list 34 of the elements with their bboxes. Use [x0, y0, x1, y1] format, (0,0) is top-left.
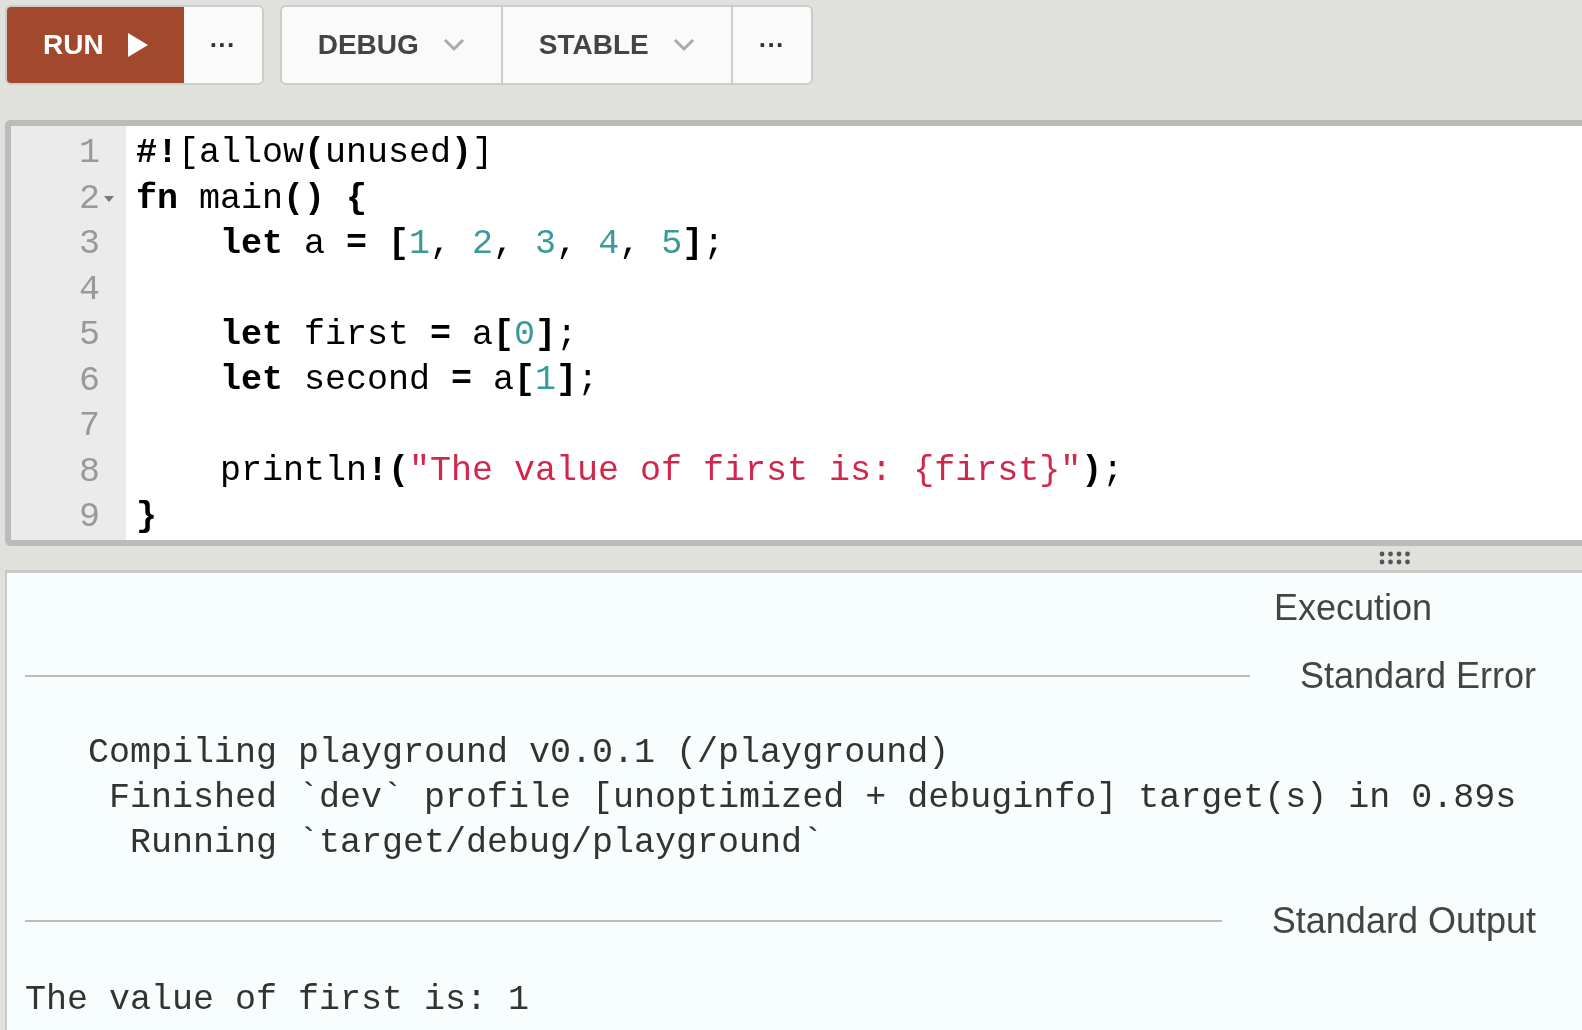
code-line: println!("The value of first is: {first}");: [219, 451, 1124, 491]
fold-arrow-icon[interactable]: [104, 196, 114, 203]
output-heading[interactable]: Execution: [1273, 581, 1432, 635]
output-line: The value of first is: 1: [25, 979, 530, 1022]
chevron-down-icon: [672, 38, 695, 52]
line-number: 8: [79, 450, 100, 494]
line-number: 3: [79, 223, 100, 266]
line-number: 6: [79, 359, 100, 403]
line-number: 9: [79, 496, 100, 539]
code-editor[interactable]: 1 2 3 4 5 6 7 8 9 #![allow(unused)] fn main() { let a = [1, 2, 3, 4, 5]; let first = a[0]; let second = a[1]; println!("The value of first is: {first}"); }: [5, 120, 1582, 546]
section-heading: Standard Error: [1299, 654, 1536, 698]
channel-dropdown[interactable]: STABLE: [502, 7, 733, 83]
code-line: #![allow(unused)]: [136, 133, 494, 173]
line-number: 1: [79, 132, 100, 175]
more-button[interactable]: ···: [732, 7, 811, 83]
run-button[interactable]: RUN: [7, 7, 184, 83]
resize-handle-icon[interactable]: [1378, 551, 1412, 565]
play-icon: [127, 33, 148, 57]
more-button[interactable]: ···: [183, 7, 262, 83]
output-line: Compiling playground v0.0.1 (/playground): [87, 732, 950, 775]
output-line: Finished `dev` profile [unoptimized + debuginfo] target(s) in 0.89s: [108, 777, 1517, 820]
output-line: Running `target/debug/playground`: [129, 822, 824, 865]
line-number: 2: [79, 177, 100, 221]
line-number: 4: [79, 268, 100, 312]
code-line: }: [136, 496, 157, 537]
line-number: 7: [79, 405, 100, 448]
code-line: fn main() {: [136, 178, 368, 219]
section-heading: Standard Output: [1271, 899, 1536, 943]
chevron-down-icon: [442, 38, 465, 52]
code-line: let first = a[0];: [219, 314, 578, 355]
code-line: let a = [1, 2, 3, 4, 5];: [219, 224, 725, 264]
code-line: let second = a[1];: [219, 360, 599, 401]
mode-dropdown[interactable]: DEBUG: [281, 7, 503, 83]
line-number: 5: [79, 314, 100, 357]
